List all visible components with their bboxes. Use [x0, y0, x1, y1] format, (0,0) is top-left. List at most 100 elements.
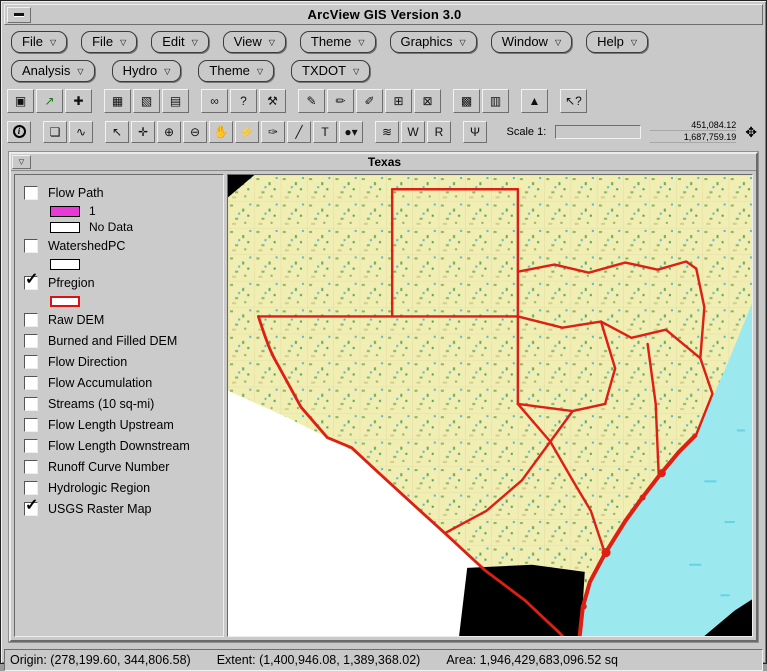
legend-item-flow-length-upstream[interactable]: Flow Length Upstream — [22, 414, 223, 435]
query-builder-button[interactable]: ? — [230, 89, 257, 113]
dropdown-triangle-icon: ▽ — [353, 68, 359, 76]
find-button[interactable]: ∞ — [201, 89, 228, 113]
legend-item-usgs-raster-map[interactable]: ✓USGS Raster Map — [22, 498, 223, 519]
wave-button[interactable]: ≋ — [375, 121, 399, 143]
menu-file-1[interactable]: File▽ — [11, 31, 67, 53]
edit-legend-button[interactable]: ▧ — [133, 89, 160, 113]
legend-item-flow-accumulation[interactable]: Flow Accumulation — [22, 372, 223, 393]
usgs-raster-map-checkbox[interactable]: ✓ — [24, 502, 38, 516]
flow-length-upstream-label: Flow Length Upstream — [48, 418, 174, 432]
flow-length-downstream-checkbox[interactable] — [24, 439, 38, 453]
zoom-to-selection-button[interactable]: ⊠ — [414, 89, 441, 113]
pfregion-label: Pfregion — [48, 276, 95, 290]
burned-filled-dem-checkbox[interactable] — [24, 334, 38, 348]
flow-path-swatch-row: 1 — [22, 203, 223, 219]
w-tool-button[interactable]: W — [401, 121, 425, 143]
zoom-to-extent-button[interactable]: ⊞ — [385, 89, 412, 113]
identify-icon: i — [13, 125, 26, 138]
window-menu-button[interactable] — [7, 7, 31, 23]
menubar-row-2: Analysis▽Hydro▽Theme▽TXDOT▽ — [1, 53, 766, 82]
dither-button[interactable]: ▩ — [453, 89, 480, 113]
map-panel[interactable] — [227, 174, 753, 637]
legend-item-hydrologic-region[interactable]: Hydrologic Region — [22, 477, 223, 498]
legend-item-pfregion[interactable]: ✓ Pfregion — [22, 272, 223, 293]
export-button[interactable]: ↗ — [36, 89, 63, 113]
flow-length-upstream-checkbox[interactable] — [24, 418, 38, 432]
flow-path-swatch-label: 1 — [89, 204, 96, 218]
pan-arrows-icon: ✥ — [745, 125, 757, 139]
zoom-in-button[interactable]: ⊕ — [157, 121, 181, 143]
texas-map[interactable] — [228, 175, 752, 636]
pointer-button[interactable]: ↖ — [105, 121, 129, 143]
draw-line-button[interactable]: ╱ — [287, 121, 311, 143]
text-button[interactable]: T — [313, 121, 337, 143]
legend-item-raw-dem[interactable]: Raw DEM — [22, 309, 223, 330]
profile-button[interactable]: ∿ — [69, 121, 93, 143]
menu-theme[interactable]: Theme▽ — [300, 31, 376, 53]
hydrologic-region-checkbox[interactable] — [24, 481, 38, 495]
scale-input[interactable] — [555, 125, 641, 139]
hotlink-button[interactable]: ⚡ — [235, 121, 259, 143]
burned-filled-dem-label: Burned and Filled DEM — [48, 334, 177, 348]
menu-edit-label: Edit — [162, 34, 184, 49]
menu-txdot[interactable]: TXDOT▽ — [291, 60, 370, 82]
zoom-out-button[interactable]: ⊖ — [183, 121, 207, 143]
hydrologic-region-label: Hydrologic Region — [48, 481, 150, 495]
view-window-menu-button[interactable]: ▽ — [12, 155, 31, 169]
draw-point-button[interactable]: ●▾ — [339, 121, 363, 143]
flow-direction-checkbox[interactable] — [24, 355, 38, 369]
voice-button[interactable]: Ψ — [463, 121, 487, 143]
legend-item-flow-direction[interactable]: Flow Direction — [22, 351, 223, 372]
r-tool-button[interactable]: R — [427, 121, 451, 143]
geoprocessing-button[interactable]: ⚒ — [259, 89, 286, 113]
menu-window[interactable]: Window▽ — [491, 31, 572, 53]
identify-button[interactable]: i — [7, 121, 31, 143]
menu-analysis[interactable]: Analysis▽ — [11, 60, 95, 82]
flow-path-checkbox[interactable] — [24, 186, 38, 200]
wave-icon: ≋ — [382, 126, 392, 138]
legend-item-flow-path[interactable]: Flow Path — [22, 182, 223, 203]
legend-list-button[interactable]: ▥ — [482, 89, 509, 113]
context-help-button[interactable]: ↖? — [560, 89, 587, 113]
clear-selection-button[interactable]: ✐ — [356, 89, 383, 113]
vertex-edit-button[interactable]: ✛ — [131, 121, 155, 143]
scale-label: Scale 1: — [507, 126, 547, 138]
checkmark-icon: ✓ — [25, 269, 38, 289]
runoff-curve-number-checkbox[interactable] — [24, 460, 38, 474]
measure-button[interactable]: ✑ — [261, 121, 285, 143]
menu-view[interactable]: View▽ — [223, 31, 286, 53]
save-project-button[interactable]: ▣ — [7, 89, 34, 113]
select-by-theme-button[interactable]: ✎ — [298, 89, 325, 113]
menu-edit[interactable]: Edit▽ — [151, 31, 209, 53]
watershedpc-checkbox[interactable] — [24, 239, 38, 253]
edit-theme-button[interactable]: ✏ — [327, 89, 354, 113]
flow-accumulation-checkbox[interactable] — [24, 376, 38, 390]
menu-hydro-label: Hydro — [123, 63, 158, 78]
add-theme-button[interactable]: ✚ — [65, 89, 92, 113]
legend-item-runoff-curve-number[interactable]: Runoff Curve Number — [22, 456, 223, 477]
pfregion-swatch — [50, 296, 80, 307]
streams-10sqmi-checkbox[interactable] — [24, 397, 38, 411]
status-bar: Origin: (278,199.60, 344,806.58) Extent:… — [4, 649, 763, 671]
layout-button[interactable]: ▲ — [521, 89, 548, 113]
pfregion-checkbox[interactable]: ✓ — [24, 276, 38, 290]
menu-graphics[interactable]: Graphics▽ — [390, 31, 477, 53]
menu-file-2[interactable]: File▽ — [81, 31, 137, 53]
menu-help-label: Help — [597, 34, 624, 49]
select-graphic-button[interactable]: ❏ — [43, 121, 67, 143]
pan-button[interactable]: ✋ — [209, 121, 233, 143]
menu-hydro[interactable]: Hydro▽ — [112, 60, 182, 82]
menu-theme-2[interactable]: Theme▽ — [198, 60, 274, 82]
legend-item-flow-length-downstream[interactable]: Flow Length Downstream — [22, 435, 223, 456]
raw-dem-label: Raw DEM — [48, 313, 104, 327]
legend-item-burned-filled-dem[interactable]: Burned and Filled DEM — [22, 330, 223, 351]
menu-help[interactable]: Help▽ — [586, 31, 648, 53]
raw-dem-checkbox[interactable] — [24, 313, 38, 327]
theme-properties-button[interactable]: ▦ — [104, 89, 131, 113]
open-theme-table-icon: ▤ — [170, 95, 181, 107]
legend-item-streams-10sqmi[interactable]: Streams (10 sq-mi) — [22, 393, 223, 414]
legend-item-watershedpc[interactable]: WatershedPC — [22, 235, 223, 256]
hotlink-icon: ⚡ — [240, 126, 255, 138]
open-theme-table-button[interactable]: ▤ — [162, 89, 189, 113]
flow-direction-label: Flow Direction — [48, 355, 127, 369]
